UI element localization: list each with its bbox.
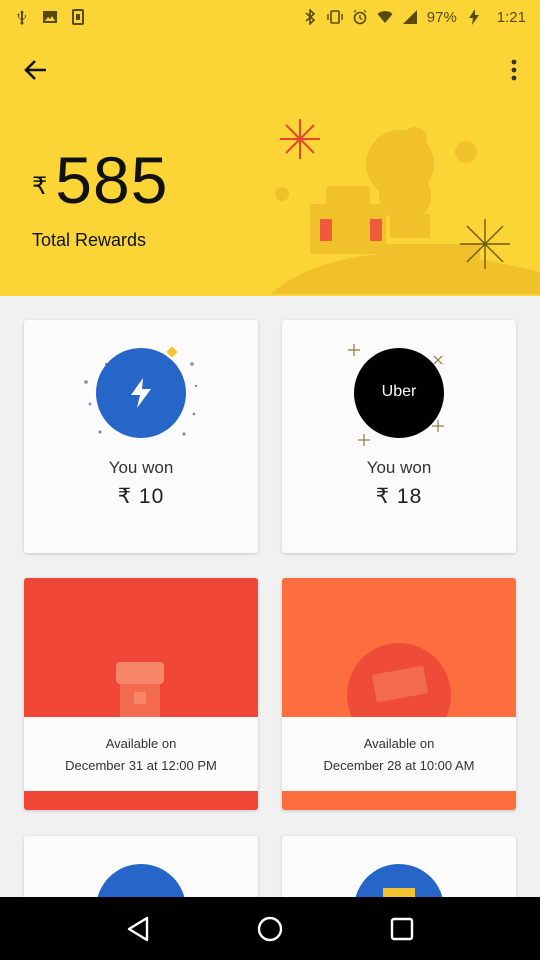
reward-circle — [96, 348, 186, 438]
reward-amount: ₹ 10 — [117, 485, 165, 508]
availability-date: December 28 at 10:00 AM — [323, 758, 475, 773]
wifi-icon — [377, 11, 393, 23]
availability-date: December 31 at 12:00 PM — [65, 758, 217, 773]
availability-info: Available on December 28 at 10:00 AM — [282, 717, 516, 791]
total-rewards-amount: 585 — [55, 143, 169, 217]
reward-card-uber-18[interactable]: Uber You won ₹ 18 — [282, 320, 516, 553]
uber-logo-circle: Uber — [354, 348, 444, 438]
system-nav-bar — [0, 897, 540, 960]
alarm-icon — [353, 9, 367, 25]
image-icon — [43, 11, 57, 23]
recents-square-icon[interactable] — [387, 914, 417, 944]
lightning-icon — [131, 378, 151, 408]
rewards-grid: You won ₹ 10 Uber You won ₹ 18 Available… — [0, 296, 540, 897]
reward-amount: ₹ 18 — [375, 485, 423, 508]
charging-icon — [468, 9, 479, 25]
reward-card-partial-right[interactable] — [282, 836, 516, 897]
status-bar: 97% 1:21 — [0, 0, 540, 34]
scratch-card-dec-28[interactable]: Available on December 28 at 10:00 AM — [282, 578, 516, 810]
festive-illustration-icon — [270, 119, 540, 294]
shop-icon — [116, 662, 164, 717]
scratch-surface — [24, 578, 258, 717]
rewards-header: ₹ 585 Total Rewards — [0, 34, 540, 296]
phone-cast-icon — [72, 9, 84, 25]
reward-circle — [354, 864, 444, 897]
signal-icon — [402, 10, 417, 24]
reward-circle — [96, 864, 186, 897]
battery-percentage: 97% — [426, 8, 457, 26]
scratch-surface-bottom — [282, 791, 516, 810]
currency-symbol: ₹ — [32, 173, 48, 200]
scratch-card-dec-31[interactable]: Available on December 31 at 12:00 PM — [24, 578, 258, 810]
status-right-icons: 97% 1:21 — [302, 9, 526, 26]
scratch-surface — [282, 578, 516, 717]
reward-card-partial-left[interactable] — [24, 836, 258, 897]
uber-logo-text: Uber — [381, 383, 417, 400]
usb-icon — [17, 10, 26, 25]
overflow-menu-icon[interactable] — [508, 56, 520, 84]
availability-label: Available on — [105, 736, 177, 751]
total-amount-row: ₹ 585 — [32, 142, 168, 218]
reward-card-won-10[interactable]: You won ₹ 10 — [24, 320, 258, 553]
total-rewards-label: Total Rewards — [32, 230, 147, 250]
status-left-icons — [14, 9, 86, 25]
reward-title: You won — [108, 458, 174, 477]
back-triangle-icon[interactable] — [123, 914, 153, 944]
home-circle-icon[interactable] — [255, 914, 285, 944]
vibrate-icon — [327, 10, 343, 24]
availability-info: Available on December 31 at 12:00 PM — [24, 717, 258, 791]
scratch-surface-bottom — [24, 791, 258, 810]
clock: 1:21 — [496, 8, 526, 26]
ticket-icon — [347, 643, 451, 717]
back-arrow-icon[interactable] — [22, 56, 50, 84]
gift-box-icon — [383, 888, 415, 897]
reward-title: You won — [366, 458, 432, 477]
bluetooth-icon — [305, 9, 315, 25]
availability-label: Available on — [363, 736, 435, 751]
